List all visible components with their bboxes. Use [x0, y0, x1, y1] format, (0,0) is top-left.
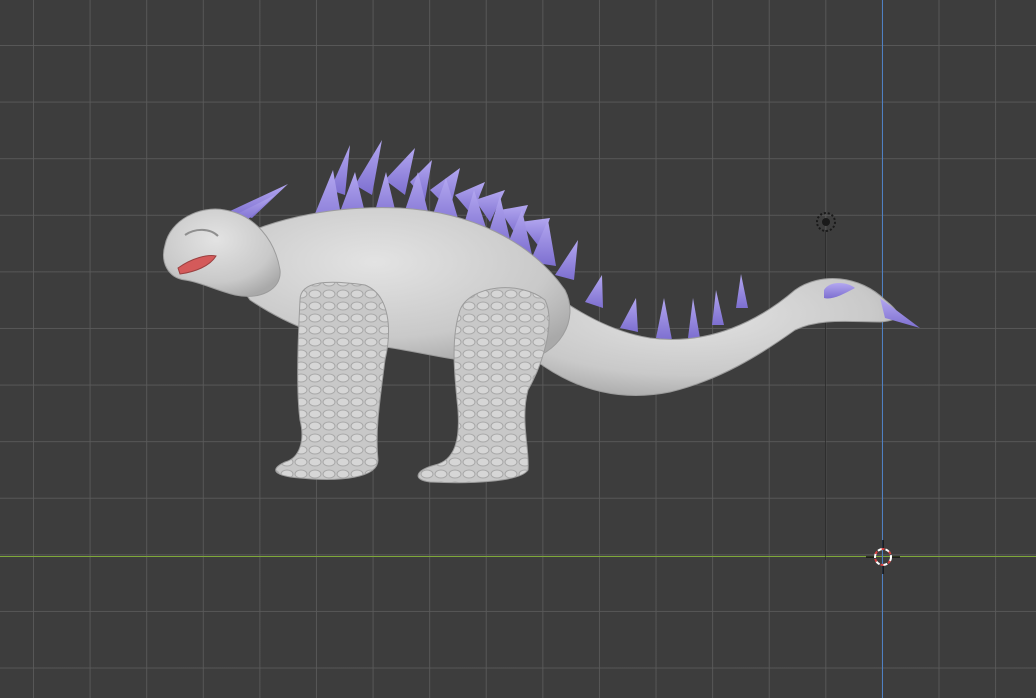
scene-canvas[interactable]: [0, 0, 1036, 698]
3d-viewport[interactable]: [0, 0, 1036, 698]
light-object-icon[interactable]: [812, 208, 840, 236]
head: [163, 208, 281, 297]
3d-cursor-icon[interactable]: [866, 540, 900, 574]
kaiju-dinosaur-model[interactable]: [163, 140, 920, 484]
